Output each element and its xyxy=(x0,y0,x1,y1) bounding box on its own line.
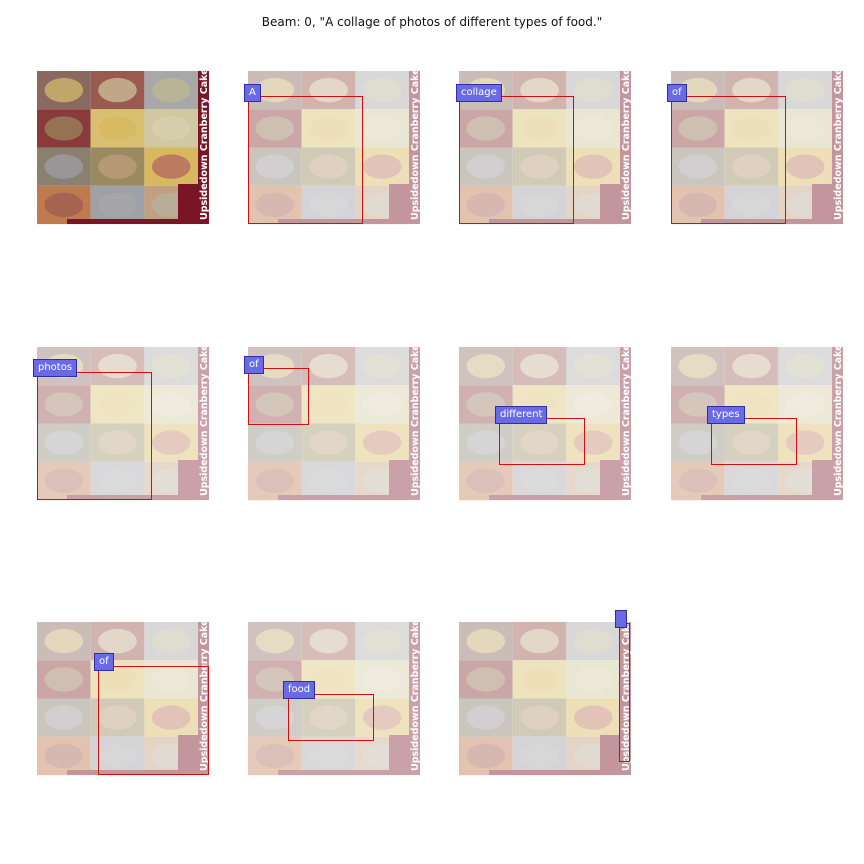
panel-token-different: Upsidedown Cranberry Cake different xyxy=(459,344,632,501)
panel-original-image: Upsidedown Cranberry Cake xyxy=(37,68,210,225)
panel-token-of: Upsidedown Cranberry Cake of xyxy=(244,344,421,501)
attention-box xyxy=(459,96,574,224)
side-text: Upsidedown Cranberry Cake xyxy=(199,68,210,220)
figure-title: Beam: 0, "A collage of photos of differe… xyxy=(261,15,603,29)
food-collage-image: Upsidedown Cranberry Cake xyxy=(459,619,632,776)
token-label: A xyxy=(244,84,261,102)
panel-token-types: Upsidedown Cranberry Cake types xyxy=(671,344,844,501)
token-label: different xyxy=(495,406,548,424)
token-label: of xyxy=(94,653,114,671)
panel-token-collage: Upsidedown Cranberry Cake collage xyxy=(456,68,632,225)
attention-box xyxy=(288,694,374,741)
token-label: of xyxy=(667,84,687,102)
token-label: photos xyxy=(33,359,78,377)
token-label: types xyxy=(707,406,745,424)
token-label: food xyxy=(283,681,316,699)
attention-box xyxy=(499,418,585,465)
panel-token-of: Upsidedown Cranberry Cake of xyxy=(667,68,844,225)
attention-box xyxy=(248,96,363,224)
panel-token-of: Upsidedown Cranberry Cake of xyxy=(37,619,210,776)
token-label xyxy=(615,610,627,628)
attention-box xyxy=(98,666,209,775)
panel-token-food: Upsidedown Cranberry Cake food xyxy=(248,619,421,776)
token-label: of xyxy=(244,356,264,374)
panel-token-end: Upsidedown Cranberry Cake xyxy=(459,610,632,776)
attention-box xyxy=(37,372,152,500)
panel-token-a: Upsidedown Cranberry Cake A xyxy=(244,68,421,225)
panel-token-photos: Upsidedown Cranberry Cake photos xyxy=(33,344,210,501)
attention-box xyxy=(619,623,630,762)
attention-box xyxy=(248,368,309,425)
token-label: collage xyxy=(456,84,502,102)
food-collage-image: Upsidedown Cranberry Cake xyxy=(37,68,210,225)
attention-box xyxy=(711,418,797,465)
attention-box xyxy=(671,96,786,224)
